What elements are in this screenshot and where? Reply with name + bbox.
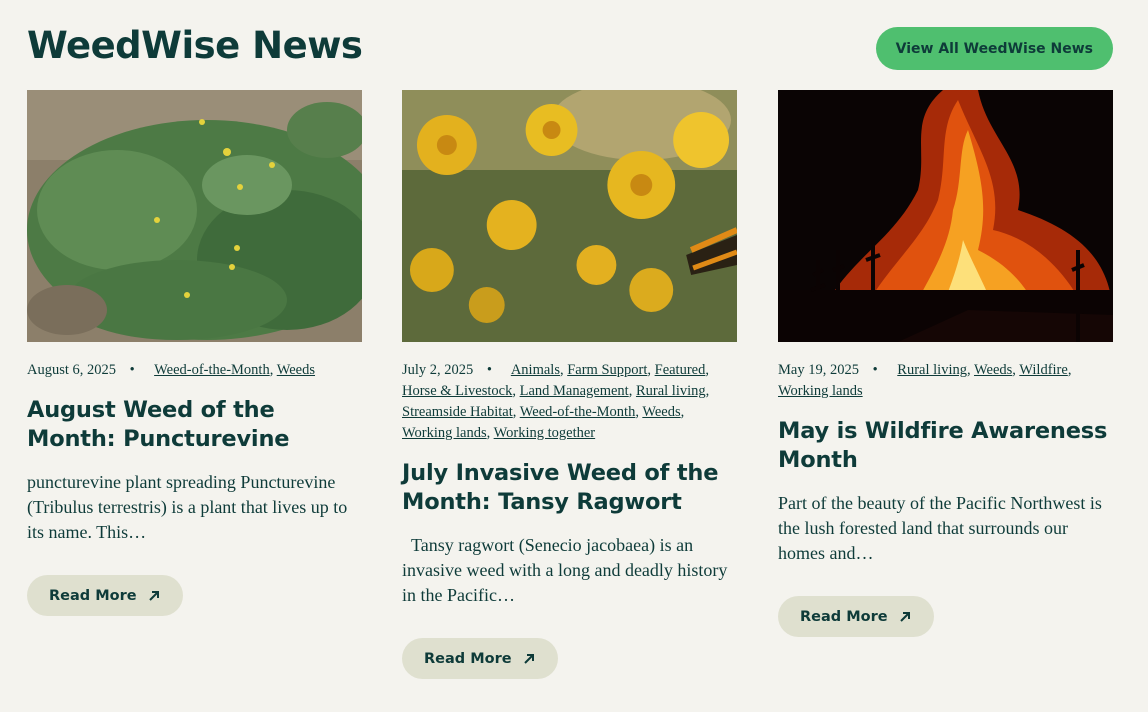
category-link[interactable]: Weed-of-the-Month (154, 362, 270, 378)
post-date: August 6, 2025 (27, 362, 117, 378)
category-link[interactable]: Weeds (974, 362, 1012, 378)
category-link[interactable]: Horse & Livestock (402, 383, 512, 399)
category-link[interactable]: Working together (494, 425, 596, 441)
category-link[interactable]: Working lands (402, 425, 487, 441)
arrow-up-right-icon (148, 590, 159, 601)
news-card: July 2, 2025 • Animals, Farm Support, Fe… (402, 90, 737, 679)
read-more-label: Read More (800, 608, 888, 625)
meta-separator: • (872, 362, 878, 378)
category-link[interactable]: Weed-of-the-Month (520, 404, 636, 420)
meta-separator: • (129, 362, 135, 378)
post-title[interactable]: August Weed of the Month: Puncturevine (27, 396, 362, 454)
post-excerpt: puncturevine plant spreading Puncturevin… (27, 472, 348, 542)
category-link[interactable]: Wildfire (1019, 362, 1068, 378)
news-card: May 19, 2025 • Rural living, Weeds, Wild… (778, 90, 1113, 637)
card-meta: July 2, 2025 • Animals, Farm Support, Fe… (402, 362, 710, 441)
read-more-button[interactable]: Read More (778, 596, 934, 637)
category-link[interactable]: Working lands (778, 383, 863, 399)
category-link[interactable]: Weeds (642, 404, 680, 420)
post-title[interactable]: July Invasive Weed of the Month: Tansy R… (402, 459, 737, 517)
meta-separator: • (486, 362, 492, 378)
post-title[interactable]: May is Wildfire Awareness Month (778, 417, 1113, 475)
arrow-up-right-icon (899, 611, 910, 622)
news-card-image[interactable] (778, 90, 1113, 342)
read-more-label: Read More (424, 650, 512, 667)
category-link[interactable]: Land Management (520, 383, 629, 399)
category-link[interactable]: Streamside Habitat (402, 404, 513, 420)
news-card-image[interactable] (402, 90, 737, 342)
page-title: WeedWise News (27, 24, 363, 67)
post-excerpt: Part of the beauty of the Pacific Northw… (778, 493, 1102, 563)
read-more-button[interactable]: Read More (402, 638, 558, 679)
category-link[interactable]: Rural living (636, 383, 706, 399)
card-meta: August 6, 2025 • Weed-of-the-Month, Weed… (27, 362, 316, 378)
post-excerpt: Tansy ragwort (Senecio jacobaea) is an i… (402, 535, 732, 605)
category-link[interactable]: Animals (511, 362, 560, 378)
news-card: August 6, 2025 • Weed-of-the-Month, Weed… (27, 90, 362, 616)
category-link[interactable]: Featured (655, 362, 706, 378)
post-date: July 2, 2025 (402, 362, 474, 378)
view-all-news-button[interactable]: View All WeedWise News (875, 27, 1113, 70)
category-link[interactable]: Rural living (897, 362, 967, 378)
category-link[interactable]: Farm Support (567, 362, 647, 378)
news-header: WeedWise News View All WeedWise News (27, 22, 1113, 76)
card-meta: May 19, 2025 • Rural living, Weeds, Wild… (778, 362, 1072, 399)
read-more-button[interactable]: Read More (27, 575, 183, 616)
arrow-up-right-icon (523, 653, 534, 664)
category-link[interactable]: Weeds (277, 362, 315, 378)
post-date: May 19, 2025 (778, 362, 859, 378)
read-more-label: Read More (49, 587, 137, 604)
news-card-image[interactable] (27, 90, 362, 342)
